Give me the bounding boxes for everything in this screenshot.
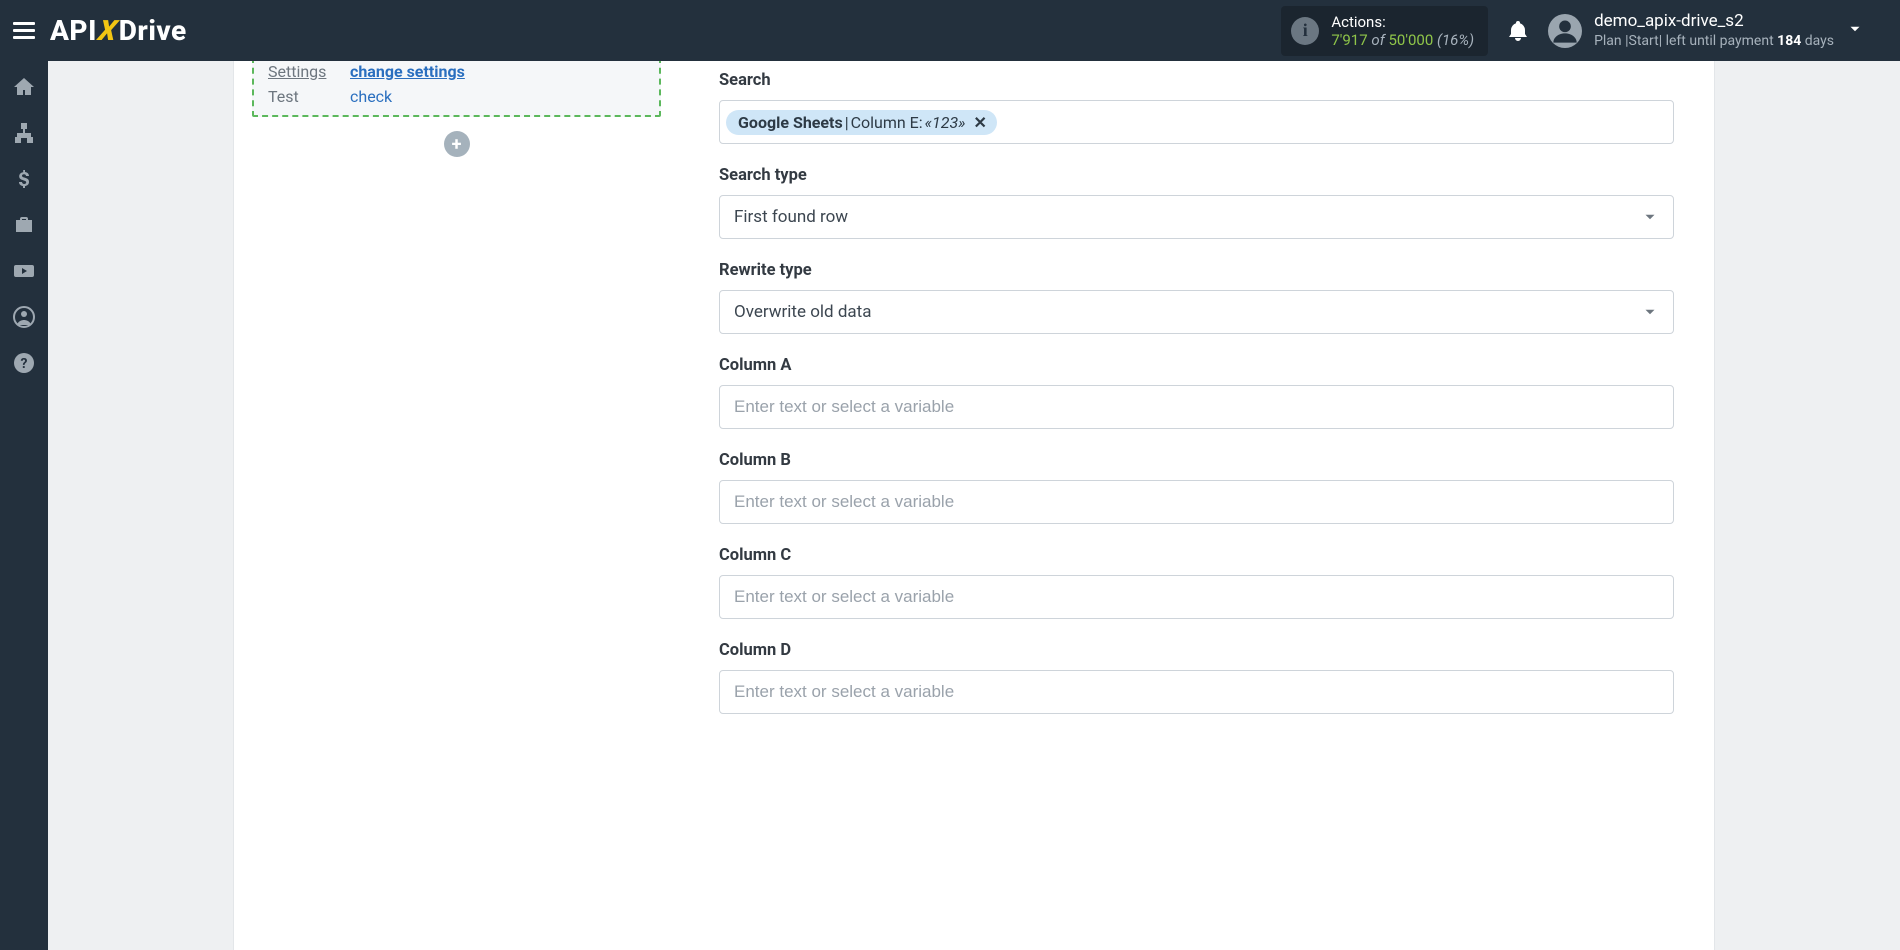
avatar xyxy=(1548,14,1582,48)
sidebar: ? xyxy=(0,61,48,950)
step-card-table: Settings change settings Test check xyxy=(264,59,649,109)
tag-value: «123» xyxy=(925,113,966,132)
briefcase-icon xyxy=(12,213,36,237)
logo[interactable]: APIXDrive xyxy=(50,14,187,47)
plan-days: 184 xyxy=(1777,33,1801,49)
search-label: Search xyxy=(719,71,1674,90)
user-text: demo_apix-drive_s2 Plan |Start| left unt… xyxy=(1594,11,1834,49)
logo-text-x: X xyxy=(96,14,120,47)
nav-home[interactable] xyxy=(12,75,36,99)
step-key: Test xyxy=(264,84,346,109)
tag-sep: | xyxy=(845,113,849,132)
check-link[interactable]: check xyxy=(350,87,392,106)
actions-values: 7'917 of 50'000 (16%) xyxy=(1331,31,1474,49)
user-menu[interactable]: demo_apix-drive_s2 Plan |Start| left unt… xyxy=(1548,11,1870,49)
field-search: Search Google Sheets | Column E: «123» ✕ xyxy=(719,71,1674,144)
add-step-button[interactable]: + xyxy=(444,131,470,157)
plan-prefix: Plan |Start| left until payment xyxy=(1594,33,1777,49)
search-type-value: First found row xyxy=(734,207,848,227)
column-b-label: Column B xyxy=(719,451,1674,470)
hamburger-icon xyxy=(13,22,35,40)
field-column-a: Column A xyxy=(719,356,1674,429)
search-type-select[interactable]: First found row xyxy=(719,195,1674,239)
svg-text:?: ? xyxy=(21,356,28,372)
actions-label: Actions: xyxy=(1331,13,1474,31)
user-menu-caret xyxy=(1846,20,1864,42)
left-column: Settings change settings Test check + xyxy=(234,61,679,950)
notifications-button[interactable] xyxy=(1506,19,1530,43)
nav-billing[interactable] xyxy=(12,167,36,191)
home-icon xyxy=(12,75,36,99)
rewrite-type-select[interactable]: Overwrite old data xyxy=(719,290,1674,334)
help-icon: ? xyxy=(12,351,36,375)
rewrite-type-label: Rewrite type xyxy=(719,261,1674,280)
chevron-down-icon xyxy=(1641,303,1659,321)
tag-source: Google Sheets xyxy=(738,113,843,132)
actions-text: Actions: 7'917 of 50'000 (16%) xyxy=(1331,13,1474,49)
table-row: Settings change settings xyxy=(264,59,649,84)
field-column-d: Column D xyxy=(719,641,1674,714)
page: Settings change settings Test check + Se… xyxy=(48,61,1900,950)
nav-help[interactable]: ? xyxy=(12,351,36,375)
nav-account[interactable] xyxy=(12,305,36,329)
step-card: Settings change settings Test check xyxy=(252,57,661,117)
info-icon: i xyxy=(1291,17,1319,45)
column-b-input[interactable] xyxy=(719,480,1674,524)
nav-connections[interactable] xyxy=(12,121,36,145)
plan-suffix: days xyxy=(1801,33,1834,49)
right-column: Search Google Sheets | Column E: «123» ✕… xyxy=(679,61,1714,950)
chevron-down-icon xyxy=(1846,20,1864,38)
chevron-down-icon xyxy=(1641,208,1659,226)
search-tag: Google Sheets | Column E: «123» ✕ xyxy=(726,110,997,135)
dollar-icon xyxy=(12,167,36,191)
logo-text-drive: Drive xyxy=(119,14,187,47)
field-column-c: Column C xyxy=(719,546,1674,619)
user-circle-icon xyxy=(12,305,36,329)
field-rewrite-type: Rewrite type Overwrite old data xyxy=(719,261,1674,334)
tag-column: Column E: xyxy=(851,113,923,132)
user-icon xyxy=(1551,17,1579,45)
youtube-icon xyxy=(12,259,36,283)
column-a-label: Column A xyxy=(719,356,1674,375)
actions-used: 7'917 xyxy=(1331,31,1367,49)
column-c-input[interactable] xyxy=(719,575,1674,619)
nav-videos[interactable] xyxy=(12,259,36,283)
user-name: demo_apix-drive_s2 xyxy=(1594,11,1834,31)
tag-remove[interactable]: ✕ xyxy=(974,113,987,132)
change-settings-link[interactable]: change settings xyxy=(350,62,465,81)
search-input[interactable]: Google Sheets | Column E: «123» ✕ xyxy=(719,100,1674,144)
rewrite-type-value: Overwrite old data xyxy=(734,302,871,322)
actions-pct: (16%) xyxy=(1437,31,1474,49)
top-actions: i Actions: 7'917 of 50'000 (16%) demo_ap… xyxy=(1281,6,1900,56)
user-plan: Plan |Start| left until payment 184 days xyxy=(1594,33,1834,50)
bell-icon xyxy=(1506,19,1530,43)
logo-text-api: API xyxy=(50,14,97,47)
search-type-label: Search type xyxy=(719,166,1674,185)
column-a-input[interactable] xyxy=(719,385,1674,429)
field-search-type: Search type First found row xyxy=(719,166,1674,239)
top-bar: APIXDrive i Actions: 7'917 of 50'000 (16… xyxy=(0,0,1900,61)
column-c-label: Column C xyxy=(719,546,1674,565)
field-column-b: Column B xyxy=(719,451,1674,524)
actions-counter[interactable]: i Actions: 7'917 of 50'000 (16%) xyxy=(1281,6,1488,56)
column-d-label: Column D xyxy=(719,641,1674,660)
menu-toggle[interactable] xyxy=(0,0,48,61)
canvas: Settings change settings Test check + Se… xyxy=(234,61,1714,950)
actions-limit: 50'000 xyxy=(1388,31,1433,49)
table-row: Test check xyxy=(264,84,649,109)
step-key: Settings xyxy=(268,62,326,81)
nav-briefcase[interactable] xyxy=(12,213,36,237)
sitemap-icon xyxy=(12,121,36,145)
actions-of: of xyxy=(1371,31,1384,49)
column-d-input[interactable] xyxy=(719,670,1674,714)
